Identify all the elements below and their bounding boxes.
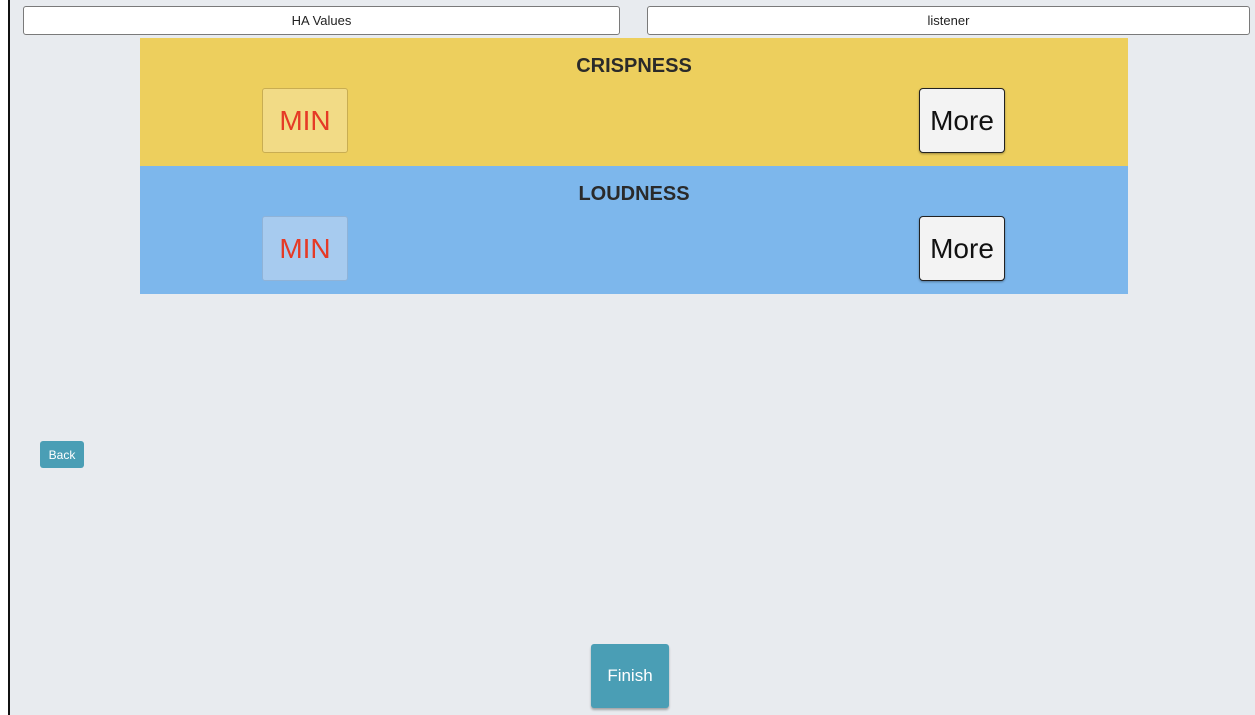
crispness-panel: CRISPNESS MIN More	[140, 38, 1128, 167]
crispness-title: CRISPNESS	[576, 55, 692, 77]
back-button[interactable]: Back	[40, 441, 84, 468]
crispness-more-button[interactable]: More	[919, 88, 1005, 153]
app-window: HA Values listener CRISPNESS MIN More LO…	[8, 0, 1255, 715]
loudness-title: LOUDNESS	[578, 183, 690, 205]
crispness-min-button[interactable]: MIN	[262, 88, 348, 153]
listener-button[interactable]: listener	[647, 6, 1250, 35]
loudness-panel: LOUDNESS MIN More	[140, 166, 1128, 294]
finish-button[interactable]: Finish	[591, 644, 669, 708]
loudness-more-button[interactable]: More	[919, 216, 1005, 281]
loudness-min-button[interactable]: MIN	[262, 216, 348, 281]
ha-values-button[interactable]: HA Values	[23, 6, 620, 35]
